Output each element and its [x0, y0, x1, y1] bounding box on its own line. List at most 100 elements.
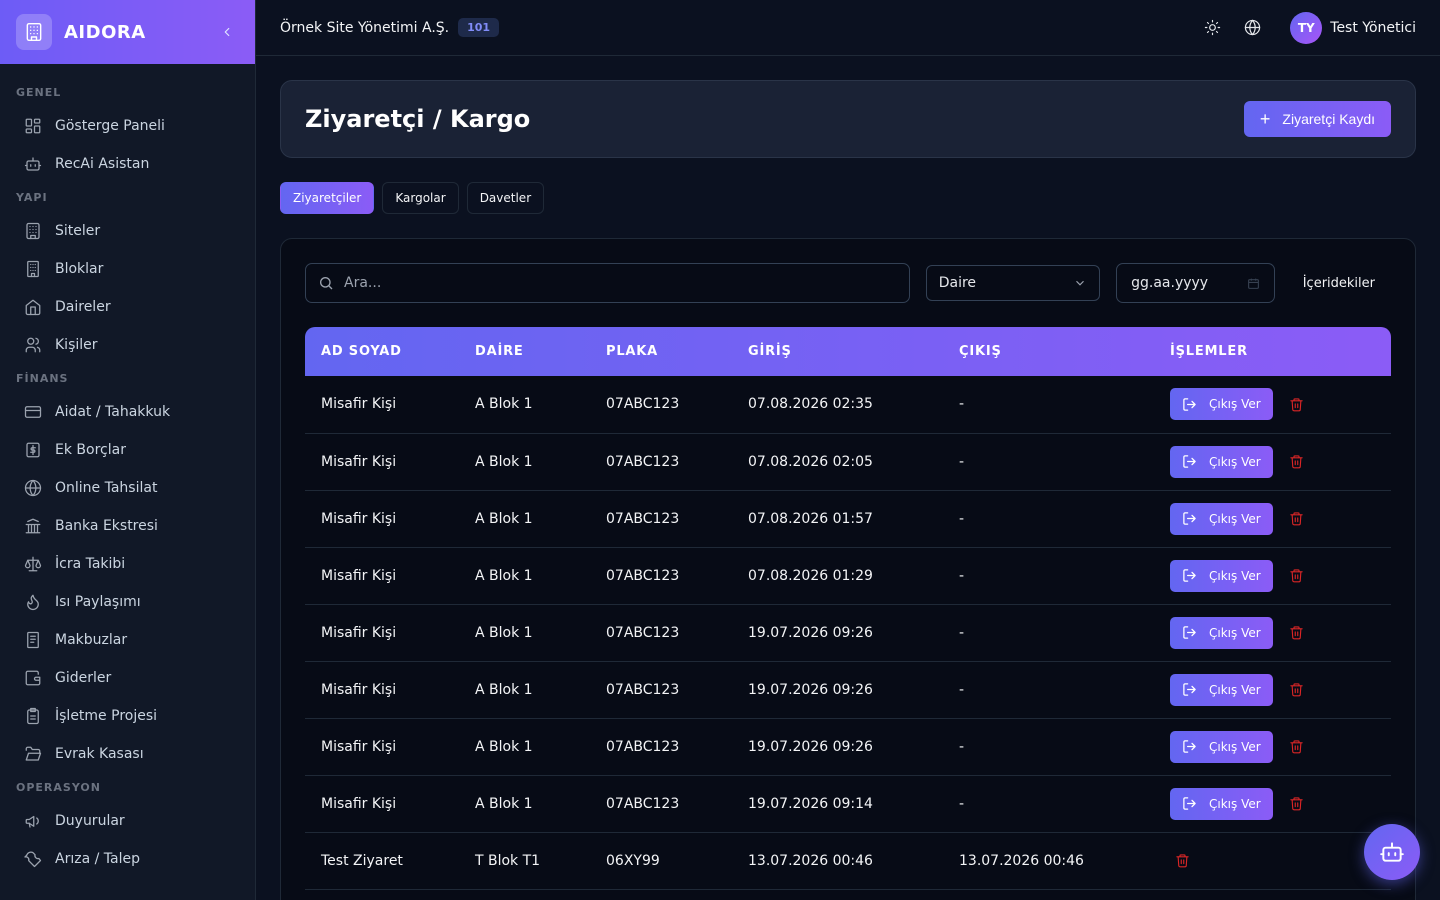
delete-button[interactable]: [1285, 735, 1309, 759]
sidebar-item-recai-asistan[interactable]: RecAi Asistan: [0, 145, 255, 183]
exit-button[interactable]: Çıkış Ver: [1170, 673, 1273, 706]
table-row: Misafir Kişi A Blok 1 07ABC123 07.08.2026 0…: [305, 490, 1391, 548]
trash-icon: [1290, 398, 1303, 412]
cell-exit: -: [943, 547, 1154, 605]
cell-name: Misafir Kişi: [305, 775, 459, 833]
exit-button[interactable]: Çıkış Ver: [1170, 388, 1273, 421]
tab-cargo[interactable]: Kargolar: [382, 182, 459, 214]
language-button[interactable]: [1236, 12, 1268, 44]
trash-icon: [1290, 740, 1303, 754]
add-visitor-label: Ziyaretçi Kaydı: [1282, 111, 1375, 127]
sidebar-item-arıza-talep[interactable]: Arıza / Talep: [0, 840, 255, 878]
table-row: Test Ziyaret T Blok T1 06XY99 13.07.2026 00…: [305, 832, 1391, 890]
delete-button[interactable]: [1285, 621, 1309, 645]
sidebar-item-isı-paylaşımı[interactable]: Isı Paylaşımı: [0, 583, 255, 621]
search-input[interactable]: [344, 275, 897, 291]
exit-button[interactable]: Çıkış Ver: [1170, 445, 1273, 478]
cell-actions: Çıkış Ver: [1154, 376, 1391, 434]
trash-icon: [1290, 626, 1303, 640]
delete-button[interactable]: [1285, 564, 1309, 588]
sidebar-item-label: Giderler: [55, 670, 112, 686]
column-header-apartment[interactable]: DAİRE: [459, 327, 590, 376]
exit-button[interactable]: Çıkış Ver: [1170, 787, 1273, 820]
sidebar-item-i-şletme-projesi[interactable]: İşletme Projesi: [0, 697, 255, 735]
delete-button[interactable]: [1285, 507, 1309, 531]
sidebar-item-siteler[interactable]: Siteler: [0, 212, 255, 250]
table-row: Misafir Kişi A Blok 1 07ABC123 19.07.2026 0…: [305, 775, 1391, 833]
exit-button[interactable]: Çıkış Ver: [1170, 616, 1273, 649]
assistant-fab-button[interactable]: [1364, 824, 1420, 880]
cell-exit: -: [943, 604, 1154, 662]
cell-entry: 07.08.2026 02:05: [732, 433, 943, 491]
exit-button[interactable]: Çıkış Ver: [1170, 502, 1273, 535]
sidebar-item-online-tahsilat[interactable]: Online Tahsilat: [0, 469, 255, 507]
sidebar-item-label: Duyurular: [55, 813, 125, 829]
exit-button-label: Çıkış Ver: [1209, 511, 1261, 526]
sidebar-item-kişiler[interactable]: Kişiler: [0, 326, 255, 364]
inside-filter-button[interactable]: İçeridekiler: [1287, 265, 1391, 301]
sidebar-section-title: OPERASYON: [16, 781, 101, 794]
theme-toggle-button[interactable]: [1196, 12, 1228, 44]
logout-icon: [1183, 398, 1196, 411]
table-row: Misafir Kişi A Blok 1 07ABC123 07.08.2026 0…: [305, 547, 1391, 605]
sidebar-item-aidat-tahakkuk[interactable]: Aidat / Tahakkuk: [0, 393, 255, 431]
visitors-panel: Daire gg.aa.yyyy İçeridekiler AD SOYAD D…: [280, 238, 1416, 900]
sidebar-item-i-cra-takibi[interactable]: İcra Takibi: [0, 545, 255, 583]
apartment-select[interactable]: Daire: [925, 265, 1101, 301]
table-row: Misafir Kişi A Blok 1 07ABC123 19.07.2026 0…: [305, 718, 1391, 776]
sidebar-item-label: Banka Ekstresi: [55, 518, 158, 534]
delete-button[interactable]: [1170, 849, 1194, 873]
cell-apartment: A Blok 1: [459, 547, 590, 605]
column-header-plate[interactable]: PLAKA: [590, 327, 732, 376]
sidebar-item-daireler[interactable]: Daireler: [0, 288, 255, 326]
sidebar-item-makbuzlar[interactable]: Makbuzlar: [0, 621, 255, 659]
tab-invitations[interactable]: Davetler: [466, 182, 545, 214]
folder-icon: [25, 746, 42, 761]
cell-entry: 19.07.2026 09:14: [732, 775, 943, 833]
table-row: Misafir Kişi A Blok 1 07ABC123 07.08.2026 0…: [305, 376, 1391, 434]
sidebar-item-label: RecAi Asistan: [55, 156, 150, 172]
cell-apartment: A Blok 1: [459, 376, 590, 434]
cell-exit: 13.07.2026 00:46: [943, 832, 1154, 890]
cell-entry: 19.07.2026 09:26: [732, 718, 943, 776]
brand-name: AIDORA: [64, 21, 146, 43]
sidebar-item-ek-borçlar[interactable]: Ek Borçlar: [0, 431, 255, 469]
sidebar-item-bloklar[interactable]: Bloklar: [0, 250, 255, 288]
cell-exit: -: [943, 661, 1154, 719]
sidebar-item-banka-ekstresi[interactable]: Banka Ekstresi: [0, 507, 255, 545]
date-input[interactable]: gg.aa.yyyy: [1116, 263, 1275, 303]
search-box: [305, 263, 910, 303]
sidebar-item-gösterge-paneli[interactable]: Gösterge Paneli: [0, 107, 255, 145]
delete-button[interactable]: [1285, 792, 1309, 816]
cell-apartment: T Blok T1: [459, 832, 590, 890]
delete-button[interactable]: [1285, 450, 1309, 474]
cell-actions: Çıkış Ver: [1154, 604, 1391, 662]
user-menu[interactable]: TY Test Yönetici: [1290, 11, 1416, 44]
column-header-exit[interactable]: ÇIKIŞ: [943, 327, 1154, 376]
sidebar-nav: GENEL Gösterge Paneli RecAi Asistan YAPI Sit…: [0, 64, 255, 878]
column-header-entry[interactable]: GİRİŞ: [732, 327, 943, 376]
delete-button[interactable]: [1285, 392, 1309, 416]
sidebar-item-duyurular[interactable]: Duyurular: [0, 802, 255, 840]
cell-plate: 07ABC123: [590, 718, 732, 776]
sidebar-item-label: Isı Paylaşımı: [55, 594, 141, 610]
cell-exit: -: [943, 490, 1154, 548]
exit-button[interactable]: Çıkış Ver: [1170, 730, 1273, 763]
sidebar-item-evrak-kasası[interactable]: Evrak Kasası: [0, 735, 255, 773]
table-row: Misafir Kişi A Blok 1 07ABC123 19.07.2026 0…: [305, 661, 1391, 719]
exit-button-label: Çıkış Ver: [1209, 454, 1261, 469]
clipboard-icon: [27, 707, 39, 725]
delete-button[interactable]: [1285, 678, 1309, 702]
bot-icon: [1380, 842, 1404, 862]
column-header-name[interactable]: AD SOYAD: [305, 327, 459, 376]
tab-visitors[interactable]: Ziyaretçiler: [280, 182, 375, 214]
sidebar-item-giderler[interactable]: Giderler: [0, 659, 255, 697]
exit-button-label: Çıkış Ver: [1209, 796, 1261, 811]
exit-button[interactable]: Çıkış Ver: [1170, 559, 1273, 592]
date-input-placeholder: gg.aa.yyyy: [1131, 275, 1209, 291]
logout-icon: [1183, 740, 1196, 753]
add-visitor-button[interactable]: + Ziyaretçi Kaydı: [1243, 101, 1391, 137]
collapse-sidebar-button[interactable]: [215, 20, 239, 44]
sidebar-item-label: Arıza / Talep: [55, 851, 140, 867]
topbar: Örnek Site Yönetimi A.Ş. 101 TY Test Yön…: [256, 0, 1440, 56]
